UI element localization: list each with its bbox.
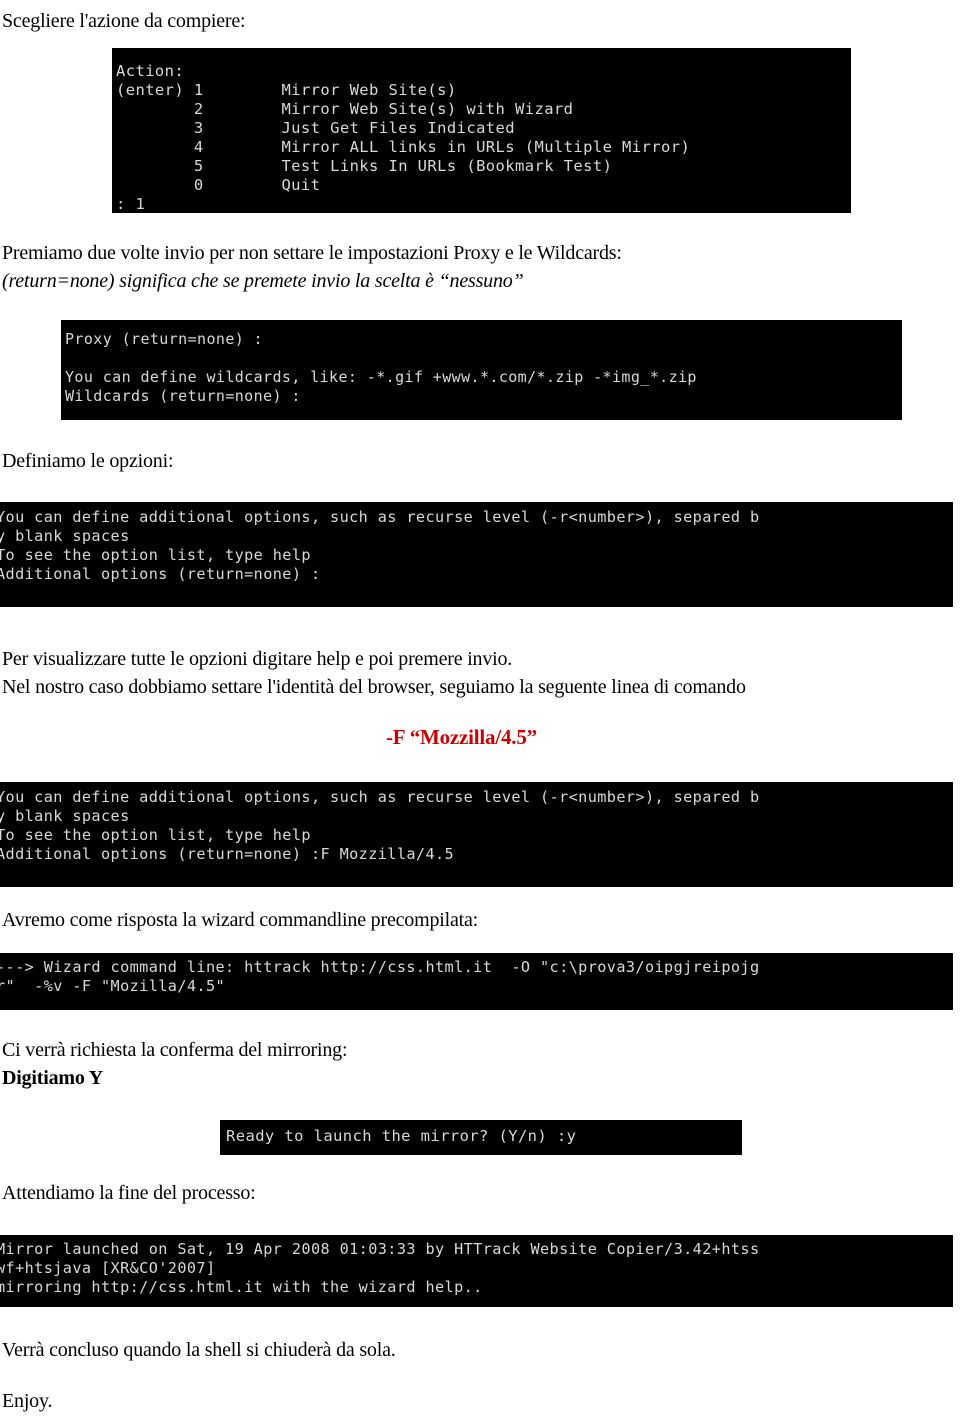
terminal-line: Additional options (return=none) :F Mozz…	[0, 845, 455, 863]
paragraph-shell-closes: Verrà concluso quando la shell si chiude…	[2, 1339, 396, 1361]
paragraph-set-browser-identity: Nel nostro caso dobbiamo settare l'ident…	[2, 676, 746, 698]
paragraph-show-options-help: Per visualizzare tutte le opzioni digita…	[2, 648, 513, 670]
paragraph-type-y: Digitiamo Y	[2, 1067, 103, 1089]
paragraph-choose-action: Scegliere l'azione da compiere:	[2, 10, 246, 32]
terminal-line: 0 Quit	[116, 176, 321, 194]
terminal-additional-options: You can define additional options, such …	[0, 502, 953, 607]
command-snippet-user-agent: -F “Mozzilla/4.5”	[386, 725, 537, 749]
terminal-line: Additional options (return=none) :	[0, 565, 321, 583]
terminal-action-menu: Action: (enter) 1 Mirror Web Site(s) 2 M…	[112, 48, 851, 213]
terminal-line: y blank spaces	[0, 807, 130, 825]
paragraph-define-options: Definiamo le opzioni:	[2, 450, 174, 472]
terminal-line: y blank spaces	[0, 527, 130, 545]
terminal-line: mirroring http://css.html.it with the wi…	[0, 1278, 483, 1296]
terminal-wizard-command-line: ---> Wizard command line: httrack http:/…	[0, 953, 953, 1010]
terminal-line: Action:	[116, 62, 185, 80]
terminal-line: ---> Wizard command line: httrack http:/…	[0, 958, 760, 976]
terminal-ready-to-launch: Ready to launch the mirror? (Y/n) :y	[220, 1120, 742, 1155]
terminal-line: 3 Just Get Files Indicated	[116, 119, 516, 137]
terminal-line: To see the option list, type help	[0, 546, 311, 564]
terminal-line: : 1	[116, 195, 146, 213]
paragraph-proxy-wildcards: Premiamo due volte invio per non settare…	[2, 242, 622, 264]
terminal-line: 4 Mirror ALL links in URLs (Multiple Mir…	[116, 138, 691, 156]
paragraph-mirroring-confirmation: Ci verrà richiesta la conferma del mirro…	[2, 1039, 348, 1061]
terminal-line: You can define additional options, such …	[0, 508, 760, 526]
terminal-proxy-wildcards: Proxy (return=none) : You can define wil…	[61, 320, 902, 420]
terminal-line: r" -%v -F "Mozilla/4.5"	[0, 977, 226, 995]
paragraph-return-none-meaning: (return=none) significa che se premete i…	[2, 270, 524, 292]
terminal-line: (enter) 1 Mirror Web Site(s)	[116, 81, 457, 99]
terminal-line: wf+htsjava [XR&CO'2007]	[0, 1259, 216, 1277]
terminal-line: You can define additional options, such …	[0, 788, 760, 806]
terminal-additional-options-filled: You can define additional options, such …	[0, 782, 953, 887]
terminal-line: You can define wildcards, like: -*.gif +…	[65, 368, 697, 386]
terminal-line: Wildcards (return=none) :	[65, 387, 301, 405]
terminal-line: 2 Mirror Web Site(s) with Wizard	[116, 100, 574, 118]
terminal-mirror-launched: Mirror launched on Sat, 19 Apr 2008 01:0…	[0, 1235, 953, 1307]
paragraph-wizard-commandline-intro: Avremo come risposta la wizard commandli…	[2, 909, 479, 931]
terminal-line: To see the option list, type help	[0, 826, 311, 844]
paragraph-wait-for-process: Attendiamo la fine del processo:	[2, 1182, 256, 1204]
terminal-line: Ready to launch the mirror? (Y/n) :y	[226, 1127, 577, 1145]
terminal-line: Mirror launched on Sat, 19 Apr 2008 01:0…	[0, 1240, 760, 1258]
terminal-line: 5 Test Links In URLs (Bookmark Test)	[116, 157, 613, 175]
paragraph-enjoy: Enjoy.	[2, 1390, 53, 1412]
terminal-line: Proxy (return=none) :	[65, 330, 264, 348]
